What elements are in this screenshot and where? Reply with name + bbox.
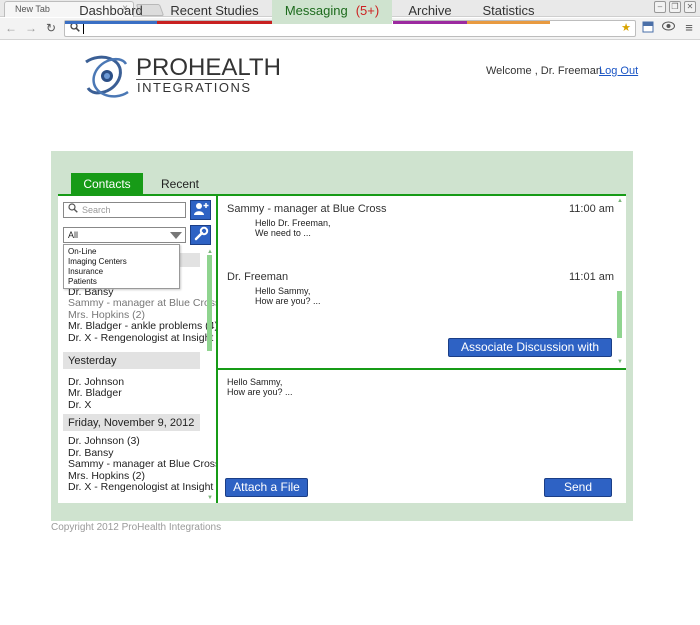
dropdown-option[interactable]: Insurance <box>68 267 175 277</box>
eye-icon[interactable] <box>661 21 675 35</box>
tab-color-bar <box>393 21 467 24</box>
tab-label: Archive <box>408 3 452 18</box>
message-time: 11:00 am <box>569 203 615 215</box>
filter-selected-value: All <box>68 230 79 240</box>
send-button[interactable]: Send <box>544 478 612 497</box>
tab-label: Messaging <box>284 3 348 18</box>
filter-dropdown: On-Line Imaging Centers Insurance Patien… <box>63 244 180 289</box>
contact-item[interactable]: Sammy - manager at Blue Cross <box>68 458 220 470</box>
search-placeholder: Search <box>82 205 111 215</box>
tab-color-bar <box>65 21 157 24</box>
menu-icon[interactable]: ≡ <box>682 21 696 35</box>
message-sender: Sammy - manager at Blue Cross <box>227 203 387 215</box>
contacts-scrollbar[interactable] <box>207 255 212 351</box>
attach-file-button[interactable]: Attach a File <box>225 478 308 497</box>
logo-swirl-icon <box>85 55 129 98</box>
message-text: We need to ... <box>255 228 311 238</box>
restore-icon[interactable]: ❐ <box>669 1 681 13</box>
dropdown-option[interactable]: Patients <box>68 277 175 287</box>
tab-label: Dashboard <box>79 3 143 18</box>
logo-subtitle: INTEGRATIONS <box>137 80 252 95</box>
scroll-up-icon[interactable]: ▲ <box>617 198 623 204</box>
dropdown-option[interactable]: On-Line <box>68 247 175 257</box>
compose-text[interactable]: How are you? ... <box>227 387 293 398</box>
message-text: How are you? ... <box>255 296 321 306</box>
chevron-down-icon <box>170 232 182 239</box>
reload-icon[interactable]: ↻ <box>44 21 58 35</box>
text-caret <box>83 23 84 34</box>
message-time: 11:01 am <box>569 271 615 283</box>
forward-arrow-icon[interactable]: → <box>24 21 38 35</box>
contact-item[interactable]: Mr. Bladger - ankle problems (4) <box>68 320 218 332</box>
wrench-icon <box>194 226 208 241</box>
tab-messaging[interactable]: Messaging (5+) <box>272 0 392 24</box>
contact-search-input[interactable]: Search <box>63 202 186 218</box>
tab-label: Statistics <box>482 3 535 18</box>
footer-copyright: Copyright 2012 ProHealth Integrations <box>51 522 222 533</box>
bookmark-star-icon[interactable]: ★ <box>621 21 631 34</box>
tab-dashboard[interactable]: Dashboard <box>65 0 157 24</box>
scroll-up-icon[interactable]: ▲ <box>207 249 213 255</box>
browser-tab-title: New Tab <box>15 4 50 14</box>
search-icon <box>68 203 78 216</box>
contact-filter-select[interactable]: All <box>63 227 186 243</box>
scroll-down-icon[interactable]: ▼ <box>207 495 213 501</box>
contact-item[interactable]: Dr. X - Rengenologist at Insight <box>68 481 213 493</box>
scroll-down-icon[interactable]: ▼ <box>617 359 623 365</box>
subtab-contacts[interactable]: Contacts <box>71 173 143 195</box>
associate-discussion-button[interactable]: Associate Discussion with Order <box>448 338 612 371</box>
thread-scrollbar[interactable] <box>617 291 622 338</box>
add-user-button[interactable] <box>190 200 211 220</box>
tab-label: Recent Studies <box>170 3 259 18</box>
tab-color-bar <box>467 21 550 24</box>
minimize-icon[interactable]: – <box>654 1 666 13</box>
tools-button[interactable] <box>190 225 211 245</box>
logo-name: PROHEALTH <box>136 54 281 81</box>
add-user-icon <box>193 203 208 215</box>
dropdown-option[interactable]: Imaging Centers <box>68 257 175 267</box>
close-window-icon[interactable]: ✕ <box>684 1 696 13</box>
message-sender: Dr. Freeman <box>227 271 289 283</box>
back-arrow-icon[interactable]: ← <box>4 21 18 35</box>
contact-item[interactable]: Dr. Johnson (3) <box>68 435 140 447</box>
tab-statistics[interactable]: Statistics <box>467 0 550 24</box>
subtab-recent[interactable]: Recent <box>148 173 212 195</box>
tab-recent-studies[interactable]: Recent Studies <box>157 0 272 24</box>
group-header-date: Friday, November 9, 2012 <box>63 414 200 431</box>
tab-color-bar <box>157 21 272 24</box>
contact-item[interactable]: Dr. X - Rengenologist at Insight <box>68 332 213 344</box>
contact-item[interactable]: Dr. X <box>68 399 91 411</box>
welcome-text: Welcome , Dr. Freeman <box>486 65 602 77</box>
logout-link[interactable]: Log Out <box>599 65 638 77</box>
extension-icon[interactable] <box>641 21 655 35</box>
prohealth-logo: PROHEALTH INTEGRATIONS <box>80 48 281 104</box>
unread-badge: (5+) <box>355 3 380 18</box>
contact-item[interactable]: Mr. Bladger <box>68 387 122 399</box>
window-controls: – ❐ ✕ <box>654 1 696 13</box>
tab-archive[interactable]: Archive <box>393 0 467 24</box>
group-header-yesterday: Yesterday <box>63 352 200 369</box>
contact-item[interactable]: Sammy - manager at Blue Cross <box>68 297 220 309</box>
